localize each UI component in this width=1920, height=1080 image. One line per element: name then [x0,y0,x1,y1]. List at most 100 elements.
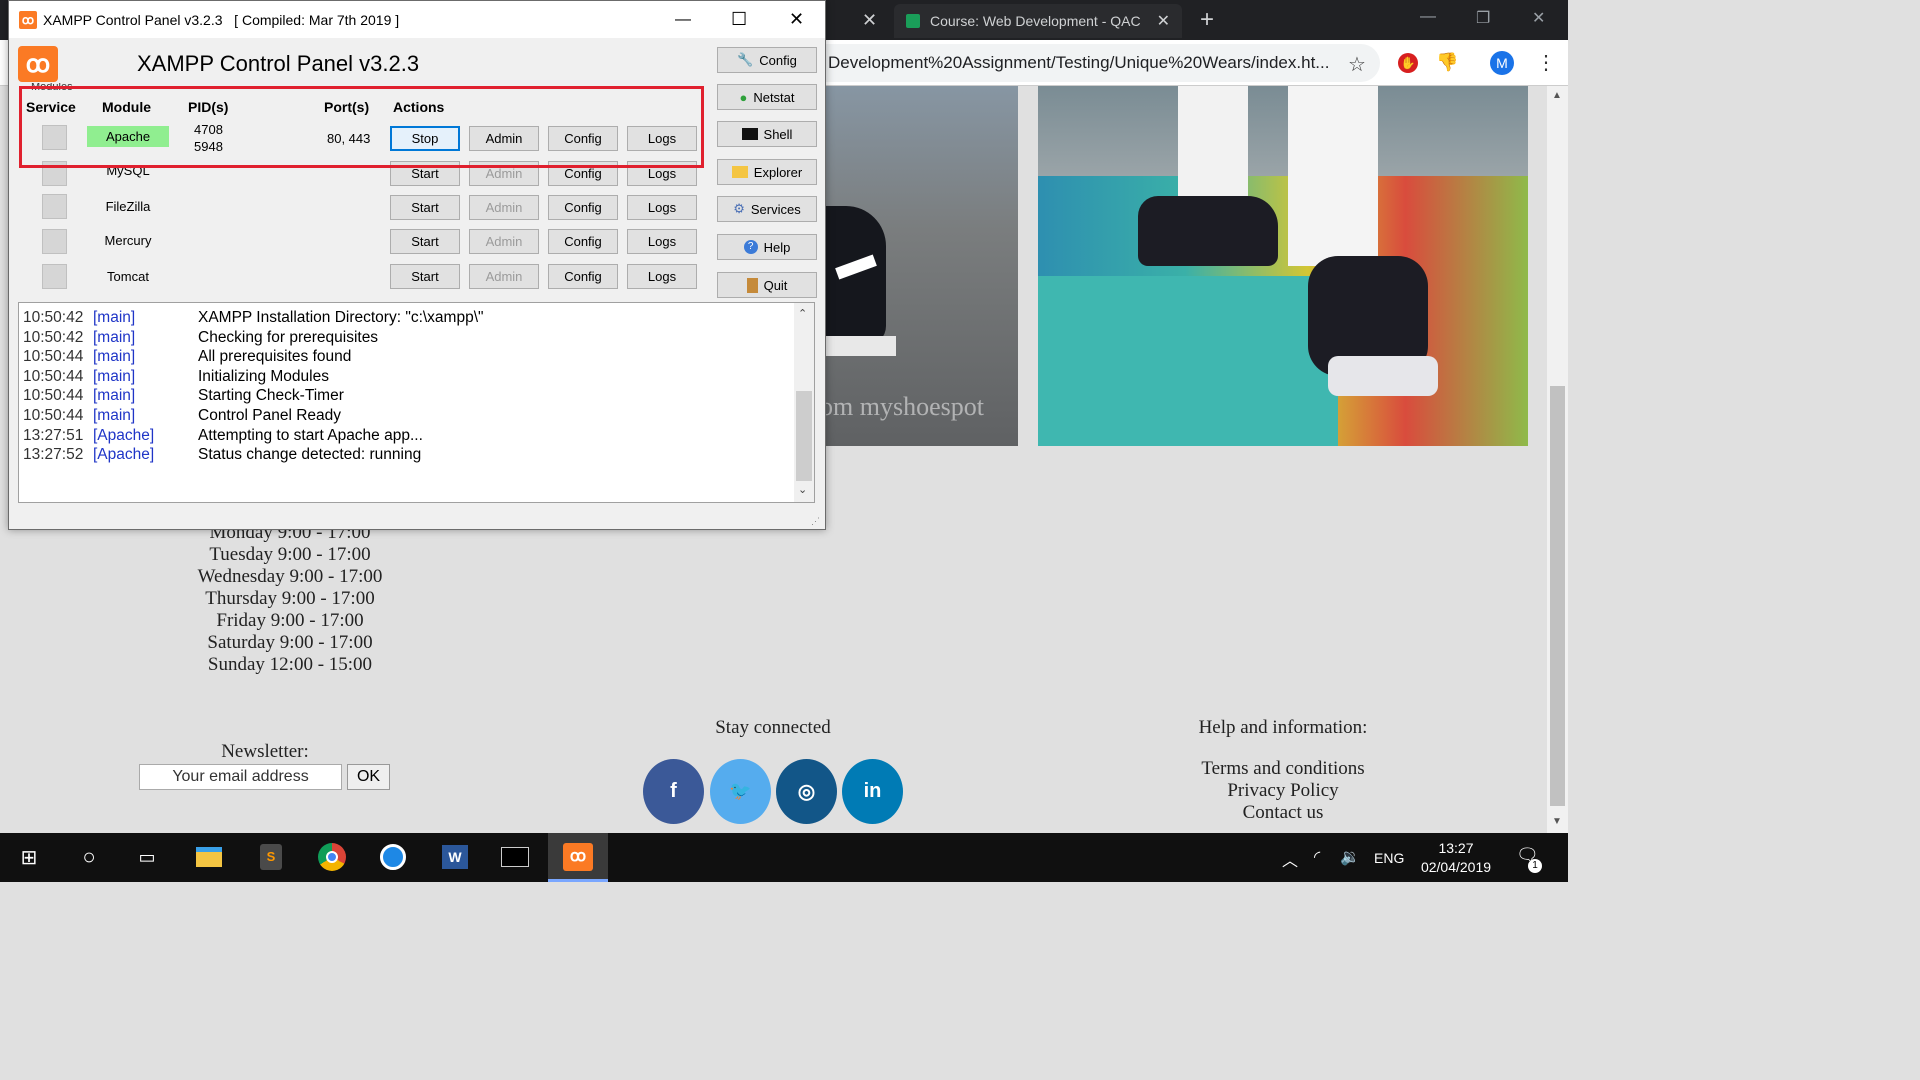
xampp-big-logo-icon: ꝏ [18,46,58,82]
instagram-icon[interactable]: ◎ [776,759,837,824]
log-time: 13:27:51 [23,427,84,444]
log-scrollbar[interactable]: ⌃ ⌄ [794,303,814,502]
side-help-button[interactable]: ? Help [717,234,817,260]
side-netstat-button[interactable]: ● Netstat [717,84,817,110]
log-row: 10:50:44 [main] Starting Check-Timer [23,387,344,407]
xampp-window-title: XAMPP Control Panel v3.2.3 [ Compiled: M… [43,11,400,28]
scroll-up-arrow-icon[interactable]: ▲ [1552,90,1562,101]
log-module: [main] [93,387,136,404]
opening-hours: Monday 9:00 - 17:00 Tuesday 9:00 - 17:00… [140,522,440,676]
log-row: 10:50:42 [main] XAMPP Installation Directo… [23,309,484,329]
log-message: Initializing Modules [198,368,329,385]
dislike-extension-icon[interactable]: 👎 [1436,52,1458,73]
service-checkbox-mercury[interactable] [42,229,67,254]
xampp-maximize-icon[interactable]: ☐ [731,9,747,30]
close-window-icon[interactable]: ✕ [1532,8,1545,28]
clock-time: 13:27 [1438,840,1474,856]
filezilla-start-button[interactable]: Start [390,195,460,220]
xampp-taskbar-button[interactable]: ꝏ [548,833,608,882]
hours-line: Wednesday 9:00 - 17:00 [197,566,383,587]
browser-app-icon[interactable] [378,842,408,872]
mercury-start-button[interactable]: Start [390,229,460,254]
word-icon[interactable]: W [440,842,470,872]
tab-course[interactable]: Course: Web Development - QAC ✕ [894,4,1182,38]
wifi-icon[interactable]: ◜ [1314,847,1320,867]
close-tab-icon[interactable]: ✕ [862,10,877,31]
clock-date: 02/04/2019 [1420,859,1492,875]
chevron-up-icon[interactable]: ⌃ [798,307,807,320]
log-message: Control Panel Ready [198,407,342,424]
newsletter-email-input[interactable]: Your email address [139,764,342,790]
service-checkbox-filezilla[interactable] [42,194,67,219]
scrollbar-thumb[interactable] [1550,386,1565,806]
service-checkbox-tomcat[interactable] [42,264,67,289]
task-view-icon[interactable]: ▭ [132,842,162,872]
tomcat-start-button[interactable]: Start [390,264,460,289]
side-button-label: Services [750,201,801,217]
xampp-minimize-icon[interactable]: — [675,11,691,29]
mercury-logs-button[interactable]: Logs [627,229,697,254]
log-time: 10:50:44 [23,348,84,365]
restore-icon[interactable]: ❐ [1476,8,1490,28]
log-message: Attempting to start Apache app... [198,427,423,444]
services-icon: ⚙ [733,201,745,216]
twitter-icon[interactable]: 🐦 [710,759,771,824]
xampp-close-icon[interactable]: ✕ [789,9,804,30]
log-message: All prerequisites found [198,348,352,365]
side-services-button[interactable]: ⚙ Services [717,196,817,222]
wrench-icon: 🔧 [737,52,754,67]
adblock-extension-icon[interactable]: ✋ [1398,53,1418,73]
scroll-down-arrow-icon[interactable]: ▼ [1552,816,1562,827]
tray-chevron-up-icon[interactable]: ︿ [1282,847,1298,871]
side-button-label: Config [759,52,797,68]
linkedin-icon[interactable]: in [842,759,903,824]
cortana-icon[interactable]: ○ [74,842,104,872]
filezilla-config-button[interactable]: Config [548,195,618,220]
log-row: 10:50:44 [main] Control Panel Ready [23,407,341,427]
chrome-icon[interactable] [317,842,347,872]
tomcat-config-button[interactable]: Config [548,264,618,289]
command-prompt-icon[interactable] [500,842,530,872]
filezilla-logs-button[interactable]: Logs [627,195,697,220]
newsletter-ok-button[interactable]: OK [347,764,390,790]
hours-line: Friday 9:00 - 17:00 [216,610,364,631]
mercury-config-button[interactable]: Config [548,229,618,254]
newsletter-label: Newsletter: [221,741,309,762]
profile-avatar[interactable]: M [1490,51,1514,75]
tab-course-label: Course: Web Development - QAC [930,13,1141,29]
chrome-menu-icon[interactable]: ⋮ [1536,50,1556,75]
link-contact[interactable]: Contact us [1170,802,1396,824]
log-time: 13:27:52 [23,446,84,463]
new-tab-plus-icon[interactable]: + [1200,6,1214,34]
resize-grip-icon[interactable]: ⋰ [811,516,820,527]
log-panel[interactable]: 10:50:42 [main] XAMPP Installation Directo… [18,302,815,503]
log-row: 10:50:44 [main] All prerequisites found [23,348,351,368]
address-bar[interactable]: Development%20Assignment/Testing/Unique%… [826,44,1380,82]
side-button-label: Netstat [753,89,795,105]
chevron-down-icon[interactable]: ⌄ [798,483,807,496]
highlight-box [19,86,704,168]
language-indicator[interactable]: ENG [1374,850,1404,866]
log-scrollbar-thumb[interactable] [796,391,812,481]
terminal-icon [741,128,758,140]
tab-favicon-icon [906,14,920,28]
minimize-icon[interactable]: — [1420,8,1436,26]
side-shell-button[interactable]: Shell [717,121,817,147]
side-quit-button[interactable]: Quit [717,272,817,298]
link-terms[interactable]: Terms and conditions [1170,758,1396,780]
side-config-button[interactable]: 🔧 Config [717,47,817,73]
log-module: [main] [93,368,136,385]
clock[interactable]: 13:27 02/04/2019 [1418,839,1494,877]
volume-icon[interactable]: 🔉 [1340,847,1360,867]
windows-start-icon[interactable]: ⊞ [14,842,44,872]
side-explorer-button[interactable]: Explorer [717,159,817,185]
link-privacy[interactable]: Privacy Policy [1170,780,1396,802]
sublime-text-icon[interactable]: S [256,842,286,872]
facebook-icon[interactable]: f [643,759,704,824]
bookmark-star-icon[interactable]: ☆ [1348,52,1366,77]
side-button-label: Quit [763,277,788,293]
page-scrollbar[interactable]: ▲ ▼ [1547,86,1568,833]
tomcat-logs-button[interactable]: Logs [627,264,697,289]
file-explorer-icon[interactable] [194,842,224,872]
close-tab-icon[interactable]: ✕ [1157,11,1170,31]
